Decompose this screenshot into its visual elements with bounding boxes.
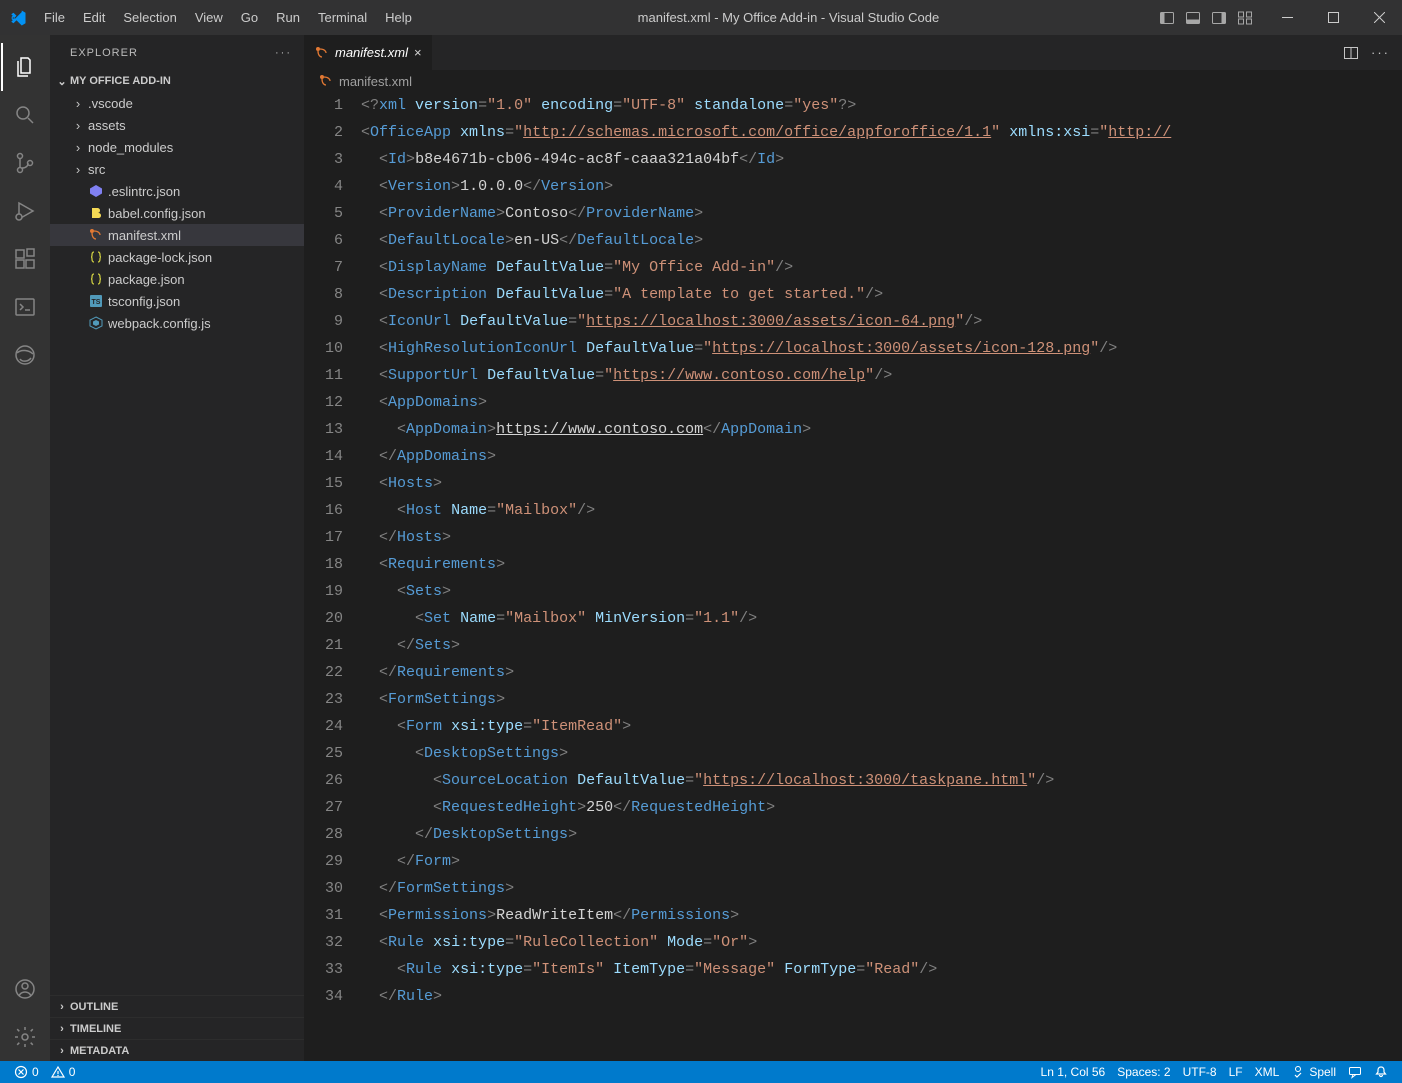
toggle-panel-icon[interactable] bbox=[1182, 7, 1204, 29]
status-encoding[interactable]: UTF-8 bbox=[1177, 1065, 1223, 1079]
menu-selection[interactable]: Selection bbox=[114, 0, 185, 35]
sidebar: EXPLORER ··· ⌄ MY OFFICE ADD-IN ›.vscode… bbox=[50, 35, 305, 1061]
code-content[interactable]: <?xml version="1.0" encoding="UTF-8" sta… bbox=[361, 92, 1402, 1061]
breadcrumb-label: manifest.xml bbox=[339, 74, 412, 89]
tree-file-active[interactable]: manifest.xml bbox=[50, 224, 304, 246]
svg-text:TS: TS bbox=[92, 299, 101, 306]
status-errors[interactable]: 0 bbox=[8, 1065, 45, 1079]
status-spell[interactable]: Spell bbox=[1285, 1065, 1342, 1079]
explorer-folder-header[interactable]: ⌄ MY OFFICE ADD-IN bbox=[50, 70, 304, 92]
json-file-icon bbox=[86, 272, 106, 286]
menu-terminal[interactable]: Terminal bbox=[309, 0, 376, 35]
tree-folder[interactable]: ›node_modules bbox=[50, 136, 304, 158]
file-tree: ›.vscode ›assets ›node_modules ›src .esl… bbox=[50, 92, 304, 995]
minimize-button[interactable] bbox=[1264, 0, 1310, 35]
editor-area: manifest.xml × ··· manifest.xml 12345678… bbox=[305, 35, 1402, 1061]
eslint-file-icon bbox=[86, 184, 106, 198]
menu-file[interactable]: File bbox=[35, 0, 74, 35]
code-editor[interactable]: 1234567891011121314151617181920212223242… bbox=[305, 92, 1402, 1061]
timeline-section[interactable]: ›TIMELINE bbox=[50, 1017, 304, 1039]
tab-label: manifest.xml bbox=[335, 45, 408, 60]
status-language[interactable]: XML bbox=[1249, 1065, 1286, 1079]
vscode-logo-icon bbox=[0, 9, 35, 27]
tree-file[interactable]: babel.config.json bbox=[50, 202, 304, 224]
tree-folder[interactable]: ›src bbox=[50, 158, 304, 180]
tree-folder[interactable]: ›.vscode bbox=[50, 92, 304, 114]
status-warnings[interactable]: 0 bbox=[45, 1065, 82, 1079]
explorer-folder-name: MY OFFICE ADD-IN bbox=[70, 75, 171, 87]
xml-file-icon bbox=[319, 74, 333, 88]
metadata-section[interactable]: ›METADATA bbox=[50, 1039, 304, 1061]
breadcrumb[interactable]: manifest.xml bbox=[305, 70, 1402, 92]
activity-extensions-icon[interactable] bbox=[1, 235, 49, 283]
status-cursor-position[interactable]: Ln 1, Col 56 bbox=[1035, 1065, 1112, 1079]
activity-bar bbox=[0, 35, 50, 1061]
more-actions-icon[interactable]: ··· bbox=[1371, 45, 1390, 60]
maximize-button[interactable] bbox=[1310, 0, 1356, 35]
webpack-file-icon bbox=[86, 316, 106, 330]
menu-help[interactable]: Help bbox=[376, 0, 421, 35]
toggle-secondary-sidebar-icon[interactable] bbox=[1208, 7, 1230, 29]
activity-edge-tools-icon[interactable] bbox=[1, 331, 49, 379]
tsconfig-file-icon: TS bbox=[86, 294, 106, 308]
layout-controls bbox=[1156, 7, 1264, 29]
menu-bar: File Edit Selection View Go Run Terminal… bbox=[35, 0, 421, 35]
tree-file[interactable]: package-lock.json bbox=[50, 246, 304, 268]
tree-folder[interactable]: ›assets bbox=[50, 114, 304, 136]
tree-file[interactable]: .eslintrc.json bbox=[50, 180, 304, 202]
titlebar: File Edit Selection View Go Run Terminal… bbox=[0, 0, 1402, 35]
chevron-right-icon: › bbox=[70, 162, 86, 177]
window-title: manifest.xml - My Office Add-in - Visual… bbox=[421, 10, 1156, 25]
split-editor-icon[interactable] bbox=[1343, 45, 1359, 61]
xml-file-icon bbox=[315, 46, 329, 60]
customize-layout-icon[interactable] bbox=[1234, 7, 1256, 29]
babel-file-icon bbox=[86, 206, 106, 220]
chevron-right-icon: › bbox=[54, 1023, 70, 1035]
activity-accounts-icon[interactable] bbox=[1, 965, 49, 1013]
status-bell-icon[interactable] bbox=[1368, 1065, 1394, 1079]
activity-terminal-icon[interactable] bbox=[1, 283, 49, 331]
sidebar-header: EXPLORER ··· bbox=[50, 35, 304, 70]
status-bar: 0 0 Ln 1, Col 56 Spaces: 2 UTF-8 LF XML … bbox=[0, 1061, 1402, 1083]
sidebar-title: EXPLORER bbox=[70, 47, 138, 59]
activity-search-icon[interactable] bbox=[1, 91, 49, 139]
chevron-right-icon: › bbox=[70, 140, 86, 155]
activity-settings-icon[interactable] bbox=[1, 1013, 49, 1061]
tab-close-icon[interactable]: × bbox=[414, 45, 422, 60]
chevron-right-icon: › bbox=[54, 1045, 70, 1057]
editor-tabs: manifest.xml × ··· bbox=[305, 35, 1402, 70]
menu-view[interactable]: View bbox=[186, 0, 232, 35]
json-file-icon bbox=[86, 250, 106, 264]
tree-file[interactable]: webpack.config.js bbox=[50, 312, 304, 334]
outline-section[interactable]: ›OUTLINE bbox=[50, 995, 304, 1017]
close-button[interactable] bbox=[1356, 0, 1402, 35]
status-feedback-icon[interactable] bbox=[1342, 1065, 1368, 1079]
activity-source-control-icon[interactable] bbox=[1, 139, 49, 187]
toggle-primary-sidebar-icon[interactable] bbox=[1156, 7, 1178, 29]
chevron-down-icon: ⌄ bbox=[54, 75, 70, 88]
activity-explorer-icon[interactable] bbox=[1, 43, 49, 91]
window-controls bbox=[1264, 0, 1402, 35]
status-eol[interactable]: LF bbox=[1223, 1065, 1249, 1079]
menu-go[interactable]: Go bbox=[232, 0, 267, 35]
menu-run[interactable]: Run bbox=[267, 0, 309, 35]
tree-file[interactable]: package.json bbox=[50, 268, 304, 290]
editor-tab-active[interactable]: manifest.xml × bbox=[305, 35, 433, 70]
xml-file-icon bbox=[86, 228, 106, 242]
chevron-right-icon: › bbox=[54, 1001, 70, 1013]
chevron-right-icon: › bbox=[70, 96, 86, 111]
line-number-gutter: 1234567891011121314151617181920212223242… bbox=[305, 92, 361, 1061]
chevron-right-icon: › bbox=[70, 118, 86, 133]
tree-file[interactable]: TStsconfig.json bbox=[50, 290, 304, 312]
sidebar-more-icon[interactable]: ··· bbox=[275, 47, 292, 59]
status-indent[interactable]: Spaces: 2 bbox=[1111, 1065, 1176, 1079]
menu-edit[interactable]: Edit bbox=[74, 0, 114, 35]
activity-run-debug-icon[interactable] bbox=[1, 187, 49, 235]
